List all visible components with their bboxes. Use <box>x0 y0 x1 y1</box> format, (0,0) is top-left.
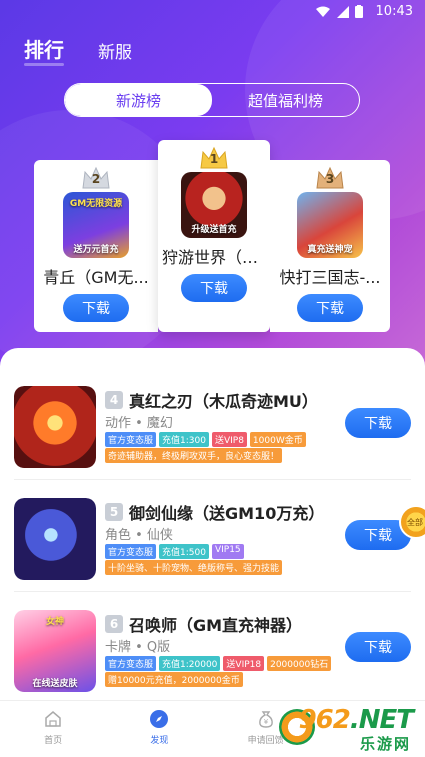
icon-caption: 在线送皮肤 <box>32 679 78 689</box>
tag: 充值1:500 <box>159 544 209 559</box>
game-category: 角色 • 仙侠 <box>105 528 173 543</box>
rank-badge: 6 <box>105 615 123 633</box>
icon-caption: 女神 <box>45 617 64 627</box>
nav-home[interactable]: 首页 <box>0 701 106 757</box>
battery-icon <box>355 5 363 18</box>
game-category: 动作 • 魔幻 <box>105 416 173 431</box>
divider <box>14 591 411 592</box>
game-name: 召唤师（GM直充神器） <box>129 616 303 635</box>
rank-badge: 5 <box>105 503 123 521</box>
home-icon <box>45 711 61 727</box>
download-button[interactable]: 下载 <box>297 294 363 322</box>
game-name: 御剑仙缘（送GM10万充） <box>129 504 325 523</box>
list-item[interactable]: 5 御剑仙缘（送GM10万充） 角色 • 仙侠 官方变态服 充值1:500 VI… <box>0 490 425 600</box>
download-button[interactable]: 下载 <box>345 632 411 662</box>
tag: 送VIP8 <box>211 432 247 447</box>
game-icon-art: 女神 在线送皮肤 <box>14 610 96 692</box>
compass-icon <box>150 710 169 728</box>
game-icon-shoulie[interactable]: 升级送首充 <box>181 172 247 238</box>
nav-label: 首页 <box>44 736 63 746</box>
list-item[interactable]: 女神 在线送皮肤 6 召唤师（GM直充神器） 卡牌 • Q版 官方变态服 充值1… <box>0 602 425 708</box>
podium-first[interactable]: 1 升级送首充 狩游世界（天... 下载 <box>158 140 270 332</box>
watermark-logo-text: 962.NET <box>298 705 414 735</box>
tag: 2000000钻石 <box>267 656 332 671</box>
gold-crown-icon: 1 <box>199 146 229 170</box>
ranking-type-toggle: 新游榜 超值福利榜 <box>64 83 360 117</box>
rank-number: 3 <box>325 172 335 186</box>
podium-second[interactable]: 2 GM无限资源 送万元首充 青丘（GM无... 下载 <box>34 160 158 332</box>
tag: 1000W金币 <box>249 432 306 447</box>
game-icon-yujian[interactable] <box>14 498 96 580</box>
floating-all-button[interactable]: 全部 <box>399 505 425 539</box>
tag: VIP15 <box>211 544 244 559</box>
rank-number: 2 <box>91 172 101 186</box>
wifi-icon <box>316 6 330 17</box>
icon-caption: 送万元首充 <box>73 245 119 255</box>
tag-list: 官方变态服 充值1:300 送VIP8 1000W金币 <box>105 432 306 447</box>
tag: 官方变态服 <box>105 544 157 559</box>
game-title: 5 御剑仙缘（送GM10万充） <box>105 500 324 524</box>
floating-label: 全部 <box>407 517 423 527</box>
game-name: 快打三国志-... <box>279 268 381 287</box>
game-name: 青丘（GM无... <box>43 268 149 287</box>
game-description: 奇迹辅助器，终极刷攻双手，良心变态服！ <box>105 448 283 463</box>
tag: 官方变态服 <box>105 432 157 447</box>
list-item[interactable]: 4 真红之刃（木瓜奇迹MU） 动作 • 魔幻 官方变态服 充值1:300 送VI… <box>0 378 425 488</box>
rank-badge: 4 <box>105 391 123 409</box>
nav-label: 发现 <box>150 736 169 746</box>
game-icon-qingqiu[interactable]: GM无限资源 送万元首充 <box>63 192 129 258</box>
game-icon-art <box>14 498 96 580</box>
tag-list: 官方变态服 充值1:500 VIP15 <box>105 544 244 559</box>
game-name: 真红之刃（木瓜奇迹MU） <box>129 392 318 411</box>
download-button[interactable]: 下载 <box>345 408 411 438</box>
game-icon-art <box>14 386 96 468</box>
segment-welfare[interactable]: 超值福利榜 <box>212 84 359 116</box>
tag: 送VIP18 <box>223 656 265 671</box>
game-icon-zhenhong[interactable] <box>14 386 96 468</box>
game-name: 狩游世界（天... <box>162 248 270 267</box>
signal-icon <box>337 5 349 18</box>
game-title: 4 真红之刃（木瓜奇迹MU） <box>105 388 318 412</box>
tag: 官方变态服 <box>105 656 157 671</box>
status-bar: 10:43 <box>0 0 425 24</box>
download-button[interactable]: 下载 <box>181 274 247 302</box>
tag: 充值1:20000 <box>159 656 221 671</box>
game-title: 6 召唤师（GM直充神器） <box>105 612 302 636</box>
divider <box>14 479 411 480</box>
game-icon-kuaida[interactable]: 真充送神宠 <box>297 192 363 258</box>
game-description: 十阶坐骑、十阶宠物、绝版称号、强力技能 <box>105 560 283 575</box>
tag: 充值1:300 <box>159 432 209 447</box>
watermark-subtitle: 乐游网 <box>359 735 411 753</box>
game-description: 赠10000元充值，2000000金币 <box>105 672 243 687</box>
top-tabs: 排行 新服 <box>24 34 132 66</box>
game-list: 4 真红之刃（木瓜奇迹MU） 动作 • 魔幻 官方变态服 充值1:300 送VI… <box>0 348 425 708</box>
tab-ranking[interactable]: 排行 <box>24 34 64 66</box>
rank-number: 1 <box>209 152 219 166</box>
icon-caption: GM无限资源 <box>69 199 123 209</box>
tag-list: 官方变态服 充值1:20000 送VIP18 2000000钻石 <box>105 656 332 671</box>
bronze-crown-icon: 3 <box>315 166 345 190</box>
podium-third[interactable]: 3 真充送神宠 快打三国志-... 下载 <box>270 160 390 332</box>
icon-caption: 真充送神宠 <box>307 245 353 255</box>
segment-new-games[interactable]: 新游榜 <box>65 84 212 116</box>
game-icon-zhaohuan[interactable]: 女神 在线送皮肤 <box>14 610 96 692</box>
nav-discover[interactable]: 发现 <box>106 701 212 757</box>
site-watermark: 962.NET 乐游网 <box>279 705 417 753</box>
clock: 10:43 <box>375 4 413 19</box>
download-button[interactable]: 下载 <box>63 294 129 322</box>
silver-crown-icon: 2 <box>81 166 111 190</box>
game-category: 卡牌 • Q版 <box>105 640 171 655</box>
tab-new-servers[interactable]: 新服 <box>98 38 132 63</box>
money-bag-icon: ¥ <box>258 711 273 728</box>
svg-text:¥: ¥ <box>263 718 268 726</box>
icon-caption: 升级送首充 <box>191 225 237 235</box>
